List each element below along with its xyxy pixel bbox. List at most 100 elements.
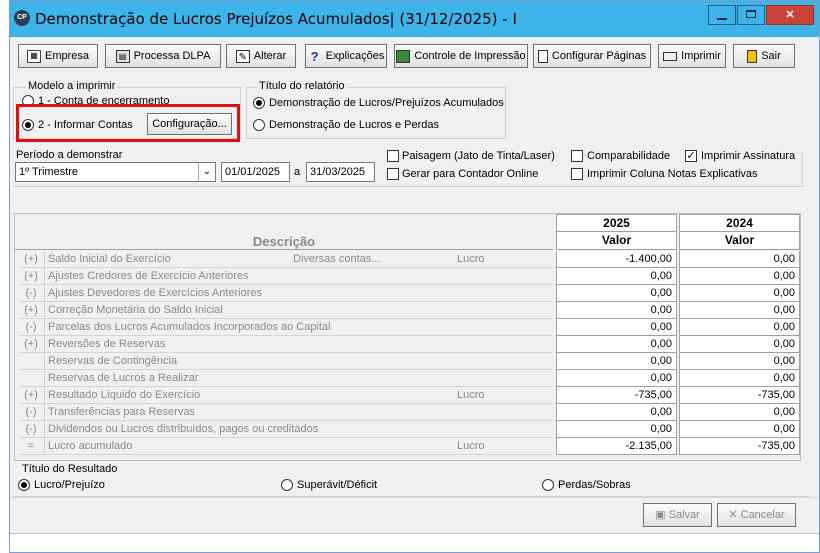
row-sign: (+) (24, 338, 38, 350)
calculator-icon: ▤ (115, 49, 130, 63)
comparabilidade-checkbox[interactable] (571, 150, 583, 162)
titulo-group-label: Título do relatório (257, 80, 347, 92)
explicacoes-button[interactable]: ? Explicações (305, 44, 387, 68)
alterar-button[interactable]: ✎ Alterar (226, 44, 296, 68)
sair-button[interactable]: Sair (733, 44, 795, 68)
paisagem-label: Paisagem (Jato de Tinta/Laser) (402, 150, 555, 162)
configurar-paginas-button-label: Configurar Páginas (551, 50, 647, 62)
help-icon: ? (310, 48, 319, 64)
table-row[interactable]: = Lucro acumulado Lucro -2.135,00 -735,00 (15, 438, 800, 455)
controle-impressao-button-label: Controle de Impressão (414, 50, 526, 62)
desktop-background (0, 0, 9, 553)
paisagem-checkbox[interactable] (387, 150, 399, 162)
value-2025-cell[interactable]: 0,00 (556, 336, 677, 353)
processa-dlpa-button[interactable]: ▤ Processa DLPA (105, 44, 221, 68)
value-2024-cell[interactable]: -735,00 (679, 438, 800, 455)
page-icon (537, 49, 548, 63)
value-2024-cell[interactable]: -735,00 (679, 387, 800, 404)
value-2024-cell[interactable]: 0,00 (679, 319, 800, 336)
resultado-option2-radio[interactable] (281, 479, 293, 491)
imprimir-assinatura-label: Imprimir Assinatura (701, 150, 796, 162)
controle-impressao-button[interactable]: Controle de Impressão (394, 44, 528, 68)
value-2025-cell[interactable]: 0,00 (556, 285, 677, 302)
date-separator: a (294, 166, 301, 178)
value-2025-cell[interactable]: 0,00 (556, 302, 677, 319)
checkmark-icon: ✓ (686, 150, 696, 162)
resultado-option1-radio[interactable] (18, 479, 30, 491)
grid-header-descricao: Descrição (15, 214, 553, 250)
value-2024-cell[interactable]: 0,00 (679, 302, 800, 319)
salvar-button[interactable]: ▣ Salvar (643, 503, 712, 527)
title-bar[interactable]: CP Demonstração de Lucros Prejuízos Acum… (10, 1, 819, 37)
resultado-group (13, 471, 810, 497)
value-2025-cell[interactable]: 0,00 (556, 404, 677, 421)
value-2025-cell[interactable]: -1.400,00 (556, 251, 677, 268)
table-row[interactable]: (+) Correção Monetária do Saldo Inicial 0,… (15, 302, 800, 319)
value-2024-cell[interactable]: 0,00 (679, 251, 800, 268)
cancelar-button-label: Cancelar (740, 509, 785, 521)
table-row[interactable]: (+) Ajustes Credores de Exercício Anterio… (15, 268, 800, 285)
close-button[interactable]: ✕ (766, 5, 814, 25)
salvar-button-label: Salvar (668, 509, 700, 521)
date-to-input[interactable]: 31/03/2025 (306, 162, 375, 182)
footer-divider (10, 497, 819, 498)
table-row[interactable]: (+) Saldo Inicial do Exercício Diversas co… (15, 251, 800, 268)
table-row[interactable]: (-) Ajustes Devedores de Exercícios Anter… (15, 285, 800, 302)
minimize-button[interactable] (708, 5, 736, 25)
contador-online-checkbox[interactable] (387, 168, 399, 180)
titulo-option2-radio[interactable] (253, 119, 265, 131)
value-2025-cell[interactable]: 0,00 (556, 370, 677, 387)
processa-dlpa-button-label: Processa DLPA (133, 50, 211, 62)
table-row[interactable]: Reservas de Contingência 0,00 0,00 (15, 353, 800, 370)
value-2024-cell[interactable]: 0,00 (679, 370, 800, 387)
configurar-paginas-button[interactable]: Configurar Páginas (533, 44, 651, 68)
row-description: Reversões de Reservas (48, 338, 166, 350)
chevron-down-icon[interactable]: ⌄ (198, 163, 215, 181)
table-row[interactable]: Reservas de Lucros a Realizar 0,00 0,00 (15, 370, 800, 387)
table-row[interactable]: (-) Parcelas dos Lucros Acumulados Incorp… (15, 319, 800, 336)
value-2025-cell[interactable]: 0,00 (556, 319, 677, 336)
explicacoes-button-label: Explicações (325, 50, 385, 62)
row-sign: (-) (25, 423, 37, 435)
row-type: Lucro (457, 389, 485, 401)
value-2025-cell[interactable]: 0,00 (556, 353, 677, 370)
titulo-option1-radio[interactable] (253, 97, 265, 109)
row-sign: (-) (25, 287, 37, 299)
table-row[interactable]: (-) Dividendos ou Lucros distribuídos, pa… (15, 421, 800, 438)
row-sign: (-) (25, 321, 37, 333)
row-description: Dividendos ou Lucros distribuídos, pagos… (48, 423, 319, 435)
table-row[interactable]: (-) Transferências para Reservas 0,00 0,00 (15, 404, 800, 421)
value-2024-cell[interactable]: 0,00 (679, 353, 800, 370)
value-2024-cell[interactable]: 0,00 (679, 268, 800, 285)
empresa-button[interactable]: ▦ Empresa (18, 44, 98, 68)
row-accounts: Diversas contas... (293, 253, 381, 265)
value-2025-cell[interactable]: 0,00 (556, 268, 677, 285)
imprimir-coluna-checkbox[interactable] (571, 168, 583, 180)
value-2024-cell[interactable]: 0,00 (679, 285, 800, 302)
value-2025-cell[interactable]: -2.135,00 (556, 438, 677, 455)
close-icon: ✕ (785, 9, 795, 21)
exit-icon (747, 49, 758, 63)
table-row[interactable]: (+) Resultado Líquido do Exercício Lucro -7… (15, 387, 800, 404)
imprimir-button-label: Imprimir (681, 50, 721, 62)
year-2024-header: 2024 (679, 214, 800, 232)
alterar-button-label: Alterar (253, 50, 287, 62)
table-row[interactable]: (+) Reversões de Reservas 0,00 0,00 (15, 336, 800, 353)
resultado-option3-radio[interactable] (542, 479, 554, 491)
imprimir-assinatura-checkbox[interactable]: ✓ (685, 150, 697, 162)
periodo-select[interactable]: 1º Trimestre ⌄ (15, 162, 216, 182)
row-description: Saldo Inicial do Exercício (48, 253, 171, 265)
row-sign: (+) (24, 270, 38, 282)
value-2025-cell[interactable]: -735,00 (556, 387, 677, 404)
toolbar: ▦ Empresa ▤ Processa DLPA ✎ Alterar ? Ex… (10, 37, 819, 73)
value-2024-cell[interactable]: 0,00 (679, 336, 800, 353)
value-2024-cell[interactable]: 0,00 (679, 421, 800, 438)
value-2024-cell[interactable]: 0,00 (679, 404, 800, 421)
maximize-button[interactable] (737, 5, 765, 25)
resultado-option1-label: Lucro/Prejuízo (34, 479, 105, 491)
cancelar-button[interactable]: ✕ Cancelar (717, 503, 796, 527)
imprimir-button[interactable]: Imprimir (658, 44, 726, 68)
value-2025-cell[interactable]: 0,00 (556, 421, 677, 438)
date-from-input[interactable]: 01/01/2025 (221, 162, 290, 182)
sign-cell (19, 353, 45, 370)
